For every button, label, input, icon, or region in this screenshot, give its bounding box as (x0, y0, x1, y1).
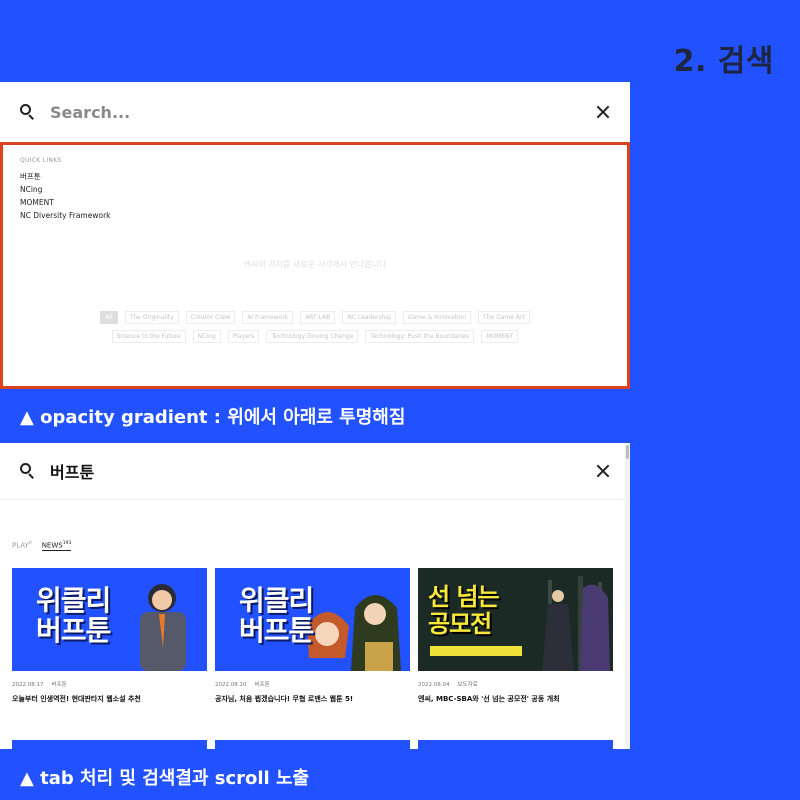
tag[interactable]: Science to the Future (111, 330, 186, 343)
caption-opacity: ▲ opacity gradient : 위에서 아래로 투명해짐 (20, 407, 406, 428)
quick-link-item[interactable]: 버프툰 (20, 170, 111, 183)
card-thumbnail (215, 740, 410, 749)
search-input[interactable]: 버프툰 (50, 459, 94, 483)
card-thumbnail-text: 선 넘는 공모전 (428, 583, 500, 638)
tag[interactable]: MOMENT (481, 330, 519, 343)
scrollbar[interactable] (625, 443, 630, 749)
card-meta: 2022.08.10 버프툰 (215, 680, 410, 688)
close-icon[interactable] (596, 464, 610, 478)
tag[interactable]: Creator Crew (185, 311, 236, 324)
card-thumbnail-text: 위클리 버프툰 (239, 584, 314, 647)
card-title[interactable]: 오늘부터 인생역전! 현대판타지 웹소설 추천 (12, 694, 207, 704)
tag[interactable]: NCing (192, 330, 221, 343)
tab-count: 0 (28, 541, 32, 546)
card-title[interactable]: 엔씨, MBC-SBA와 '선 넘는 공모전' 공동 개최 (418, 694, 613, 704)
card-category: 버프툰 (51, 682, 67, 688)
quick-links: QUICK LINKS 버프툰 NCing MOMENT NC Diversit… (20, 157, 111, 222)
result-tabs: PLAY0 NEWS193 (12, 541, 72, 552)
tab-count: 193 (62, 541, 72, 546)
search-overlay-default: Search... QUICK LINKS 버프툰 NCing MOMENT N… (0, 82, 630, 389)
card-date: 2022.08.17 (12, 682, 44, 688)
tag[interactable]: Players (227, 330, 260, 343)
search-bar[interactable]: 버프툰 (0, 443, 630, 500)
tag[interactable]: AI Framework (242, 311, 294, 324)
card-thumbnail: 위클리 버프툰 (12, 568, 207, 671)
card-category: 버프툰 (254, 682, 270, 688)
result-cards: 위클리 버프툰 2022.08.17 버프툰 오늘부터 인생역전! 현대판타지 웹… (12, 568, 613, 704)
card-date: 2022.08.04 (418, 682, 450, 688)
card-thumbnail: 선 넘는 공모전 (418, 568, 613, 671)
close-icon[interactable] (596, 105, 610, 119)
tag[interactable]: Technology: Push the Boundaries (365, 330, 475, 343)
news-card[interactable]: 선 넘는 공모전 2022.08.04 보도자료 엔씨, MBC-SBA와 '선 … (418, 568, 613, 704)
search-input[interactable]: Search... (50, 103, 130, 122)
search-icon (20, 463, 36, 479)
tag[interactable]: Game & Innovation (402, 311, 472, 324)
next-card-row (12, 740, 613, 749)
tag[interactable]: Technology Driving Change (266, 330, 359, 343)
tab-label: PLAY (12, 541, 29, 550)
card-meta: 2022.08.04 보도자료 (418, 680, 613, 688)
card-category: 보도자료 (457, 682, 478, 688)
faded-message: 엔씨의 가치를 새로운 시각에서 만나봅니다 (243, 260, 387, 269)
quick-links-title: QUICK LINKS (20, 157, 62, 164)
tag[interactable]: NC Leadership (342, 311, 396, 324)
card-thumbnail (12, 740, 207, 749)
news-card[interactable]: 위클리 버프툰 2022.08.10 버프툰 공자님, 처음 뵙겠습니다! 무협 … (215, 568, 410, 704)
scroll-thumb[interactable] (626, 445, 629, 459)
tag[interactable]: The Originality (124, 311, 179, 324)
caption-scroll: ▲ tab 처리 및 검색결과 scroll 노출 (20, 768, 310, 789)
card-title[interactable]: 공자님, 처음 뵙겠습니다! 무협 로맨스 웹툰 5! (215, 694, 410, 704)
card-date: 2022.08.10 (215, 682, 247, 688)
tag-row: All The Originality Creator Crew AI Fram… (3, 311, 627, 324)
quick-link-item[interactable]: NC Diversity Framework (20, 209, 111, 222)
tag-all[interactable]: All (100, 311, 118, 324)
tab-play[interactable]: PLAY0 (12, 541, 32, 551)
quick-link-item[interactable]: NCing (20, 183, 111, 196)
card-thumbnail: 위클리 버프툰 (215, 568, 410, 671)
tab-label: NEWS (41, 541, 63, 550)
card-meta: 2022.08.17 버프툰 (12, 680, 207, 688)
search-overlay-results: 버프툰 PLAY0 NEWS193 위클리 버프툰 2022.08.17 버프툰 … (0, 443, 630, 749)
news-card[interactable]: 위클리 버프툰 2022.08.17 버프툰 오늘부터 인생역전! 현대판타지 웹… (12, 568, 207, 704)
tag[interactable]: The Game Art (478, 311, 530, 324)
tag[interactable]: ART LAB (300, 311, 336, 324)
card-thumbnail (418, 740, 613, 749)
tag-row: Science to the Future NCing Players Tech… (3, 330, 627, 343)
card-thumbnail-text: 위클리 버프툰 (36, 584, 111, 647)
tab-news[interactable]: NEWS193 (41, 541, 72, 552)
search-bar[interactable]: Search... (0, 82, 630, 142)
quick-link-item[interactable]: MOMENT (20, 196, 111, 209)
highlight-box: QUICK LINKS 버프툰 NCing MOMENT NC Diversit… (0, 142, 630, 389)
search-icon (20, 104, 36, 120)
page-title: 2. 검색 (673, 44, 774, 79)
